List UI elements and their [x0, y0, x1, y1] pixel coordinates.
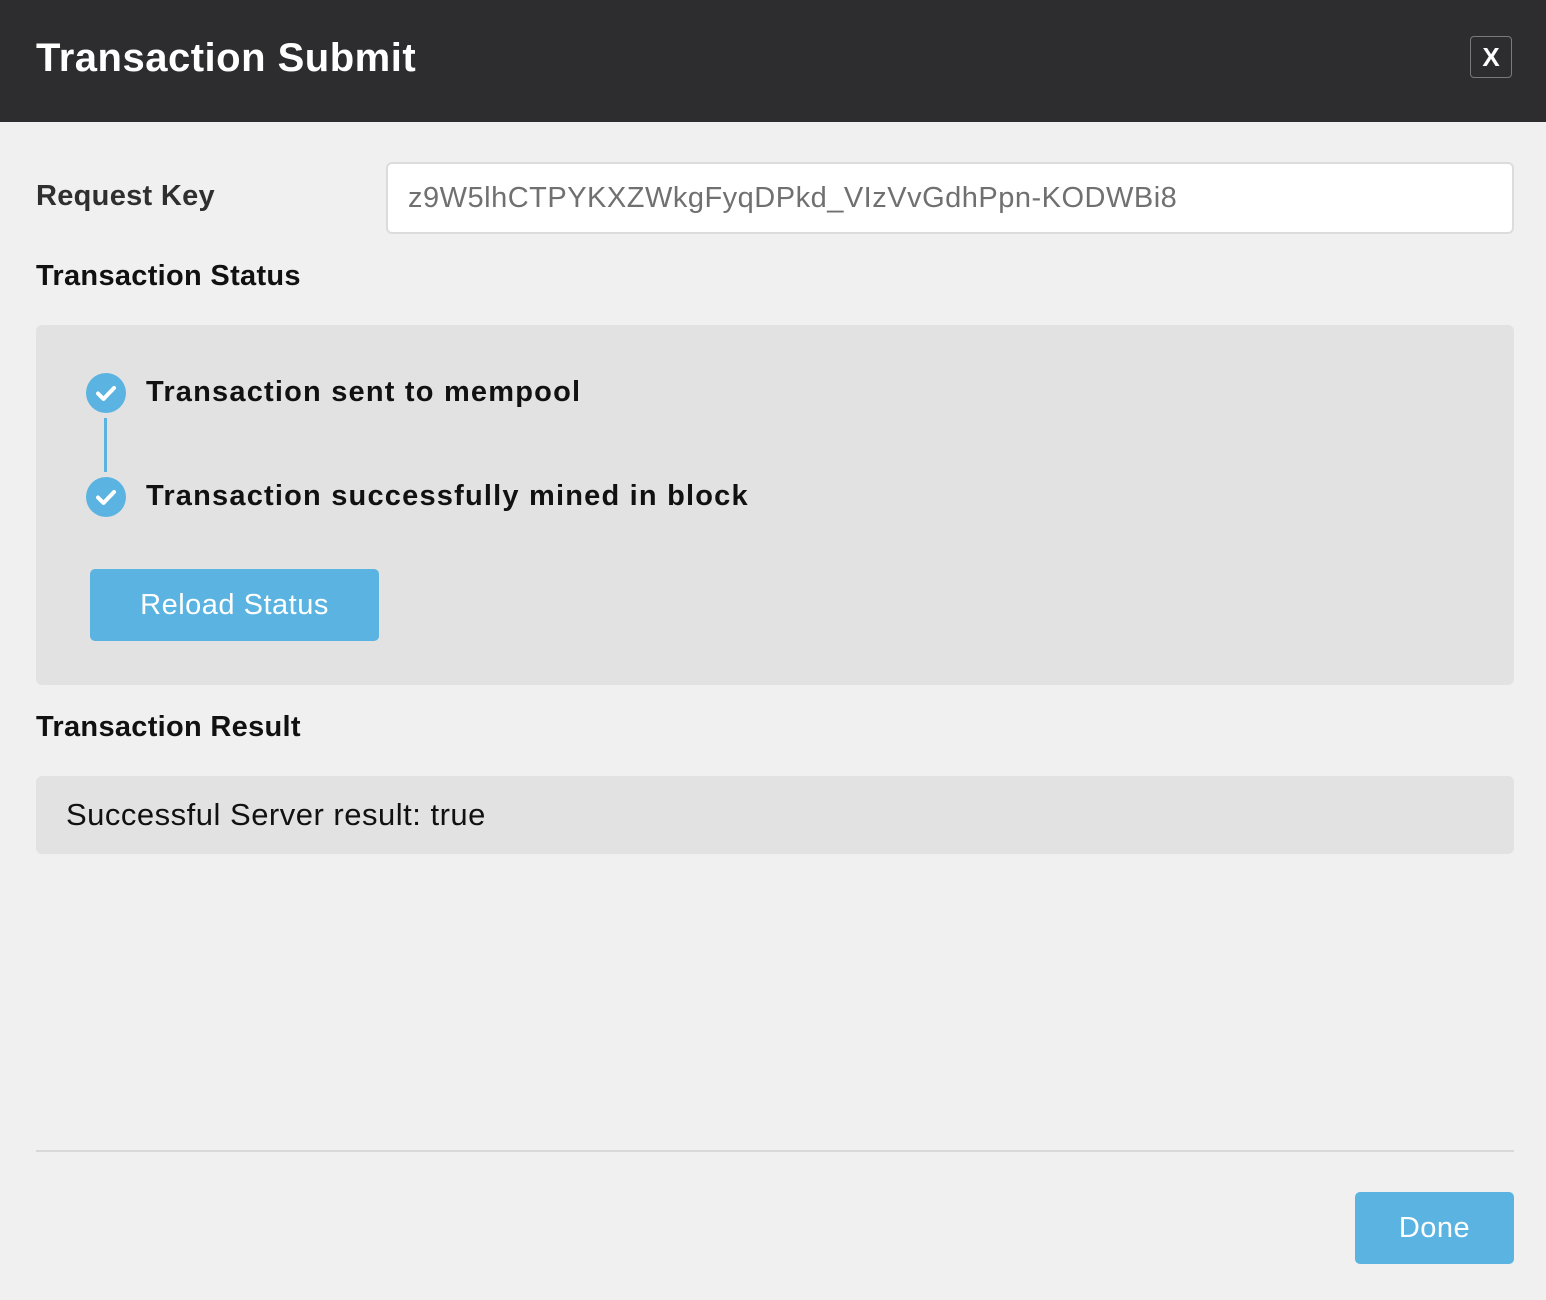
reload-status-button[interactable]: Reload Status: [90, 569, 379, 641]
result-panel: Successful Server result: true: [36, 776, 1514, 854]
footer-divider: [36, 1150, 1514, 1152]
close-button[interactable]: X: [1470, 36, 1512, 78]
result-text: Successful Server result: true: [66, 797, 486, 832]
status-step-mined: Transaction successfully mined in block: [146, 480, 749, 512]
done-button[interactable]: Done: [1355, 1192, 1514, 1264]
dialog-title: Transaction Submit: [36, 36, 417, 80]
transaction-submit-dialog: Transaction Submit X Request Key Transac…: [0, 0, 1546, 1300]
transaction-result-heading: Transaction Result: [36, 711, 301, 743]
dialog-header: Transaction Submit X: [0, 0, 1546, 122]
request-key-label: Request Key: [36, 180, 215, 212]
step-connector-line: [104, 418, 107, 472]
status-step-mempool: Transaction sent to mempool: [146, 376, 582, 408]
check-circle-icon: [86, 477, 126, 517]
request-key-field[interactable]: [386, 162, 1514, 234]
check-circle-icon: [86, 373, 126, 413]
transaction-status-heading: Transaction Status: [36, 260, 301, 292]
